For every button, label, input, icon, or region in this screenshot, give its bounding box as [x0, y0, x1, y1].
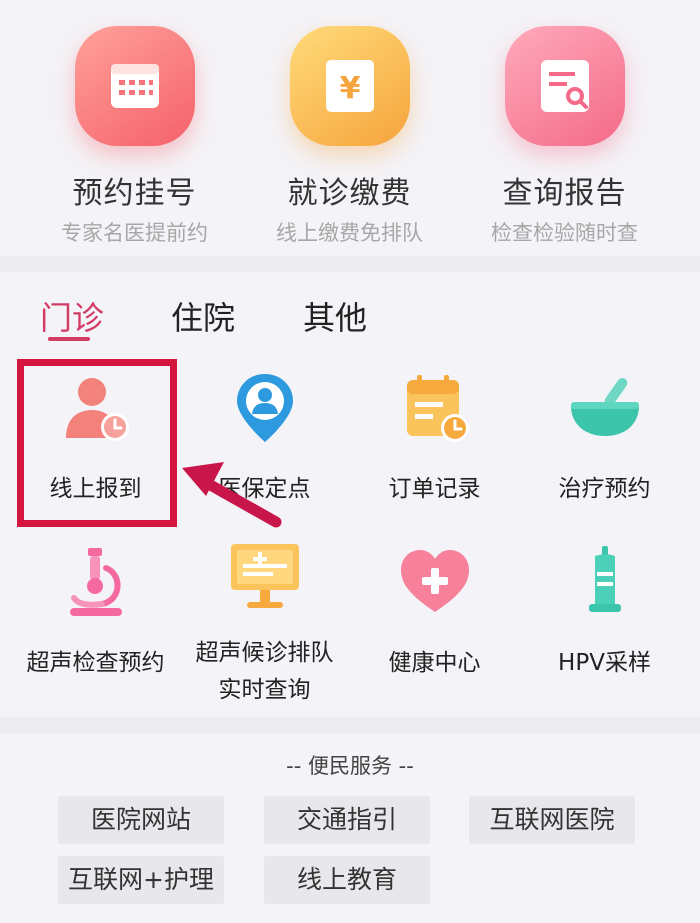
service-subtitle: 线上缴费免排队 — [276, 221, 423, 245]
grid-item-label: 治疗预约 — [558, 476, 651, 502]
service-card-appointment[interactable]: 预约挂号 专家名医提前约 — [18, 0, 251, 255]
monitor-plus-icon — [230, 544, 299, 608]
grid-item-label: 超声检查预约 — [26, 650, 165, 676]
link-traffic-guide[interactable]: 交通指引 — [264, 796, 430, 844]
link-hospital-website[interactable]: 医院网站 — [58, 796, 224, 844]
service-title: 预约挂号 — [72, 176, 197, 211]
section-divider — [0, 717, 700, 733]
convenience-title: -- 便民服务 -- — [286, 754, 414, 778]
service-title: 查询报告 — [502, 176, 627, 211]
mortar-bowl-icon — [570, 377, 639, 436]
grid-item-health-center[interactable]: 健康中心 — [347, 540, 522, 710]
sample-bottle-icon — [588, 546, 621, 612]
service-subtitle: 检查检验随时查 — [491, 221, 638, 245]
grid-item-label-line1: 超声候诊排队 — [195, 640, 334, 666]
service-card-report[interactable]: 查询报告 检查检验随时查 — [448, 0, 681, 255]
pointer-arrow-icon — [182, 462, 282, 528]
tab-inpatient[interactable]: 住院 — [171, 293, 235, 339]
link-internet-nursing[interactable]: 互联网+护理 — [58, 856, 224, 904]
microscope-icon — [69, 548, 122, 616]
grid-item-label: 健康中心 — [388, 650, 481, 676]
grid-item-order-record[interactable]: 订单记录 — [347, 368, 522, 528]
location-person-icon — [236, 374, 293, 442]
yuan-payment-icon: ¥ — [289, 26, 410, 146]
report-search-icon — [504, 26, 625, 146]
service-title: 就诊缴费 — [287, 176, 412, 211]
grid-item-hpv-sampling[interactable]: HPV采样 — [517, 540, 692, 710]
grid-item-ultrasound-appointment[interactable]: 超声检查预约 — [8, 540, 183, 710]
calendar-icon — [74, 26, 195, 146]
order-record-icon — [406, 375, 469, 442]
grid-item-label: HPV采样 — [558, 650, 651, 676]
service-card-payment[interactable]: ¥ 就诊缴费 线上缴费免排队 — [233, 0, 466, 255]
link-online-education[interactable]: 线上教育 — [264, 856, 430, 904]
svg-text:¥: ¥ — [339, 71, 360, 106]
top-services: 预约挂号 专家名医提前约 ¥ 就诊缴费 线上缴费免排队 查询报告 检查检验随时查 — [0, 0, 700, 255]
section-divider — [0, 256, 700, 272]
tab-other[interactable]: 其他 — [303, 293, 367, 339]
grid-item-treatment-appointment[interactable]: 治疗预约 — [517, 368, 692, 528]
grid-item-label: 订单记录 — [388, 476, 481, 502]
highlight-box — [17, 359, 177, 527]
link-internet-hospital[interactable]: 互联网医院 — [469, 796, 635, 844]
grid-item-ultrasound-queue[interactable]: 超声候诊排队 实时查询 — [177, 540, 352, 710]
tab-outpatient[interactable]: 门诊 — [40, 293, 104, 339]
tab-active-indicator — [48, 337, 90, 341]
grid-item-label-line2: 实时查询 — [218, 677, 311, 703]
heart-plus-icon — [400, 550, 469, 612]
service-subtitle: 专家名医提前约 — [61, 221, 208, 245]
